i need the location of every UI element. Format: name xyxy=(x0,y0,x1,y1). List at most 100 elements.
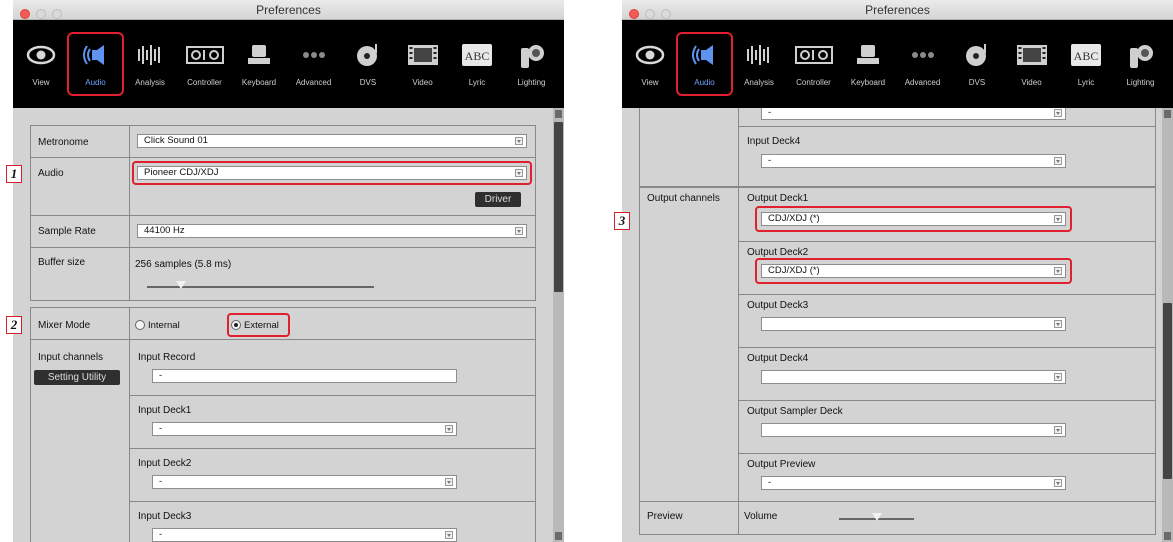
external-highlight-box xyxy=(227,313,290,337)
film-icon xyxy=(1004,42,1060,70)
keyboard-icon xyxy=(231,42,287,70)
toolbar-tab-label: Video xyxy=(412,78,433,87)
sample-rate-label: Sample Rate xyxy=(38,226,96,237)
output-sampler-deck-dropdown[interactable] xyxy=(761,423,1066,437)
chevron-down-icon xyxy=(1054,109,1062,117)
toolbar-tab-lyric[interactable]: ABC Lyric xyxy=(449,20,505,108)
toolbar-tab-video[interactable]: Video xyxy=(395,20,451,108)
preferences-window-left: Preferences View Audio Analysis Controller K… xyxy=(13,0,564,542)
metronome-dropdown[interactable]: Click Sound 01 xyxy=(137,134,527,148)
toolbar-tab-lighting[interactable]: Lighting xyxy=(504,20,560,108)
chevron-down-icon xyxy=(515,137,523,145)
setting-utility-button[interactable]: Setting Utility xyxy=(34,370,120,385)
toolbar-tab-label: Lyric xyxy=(1077,78,1095,87)
toolbar-tab-label: DVS xyxy=(359,78,377,87)
toolbar-tab-analysis[interactable]: Analysis xyxy=(122,20,178,108)
toolbar-tab-keyboard[interactable]: Keyboard xyxy=(231,20,287,108)
scroll-up-arrow[interactable] xyxy=(555,110,562,118)
toolbar-tab-controller[interactable]: Controller xyxy=(177,20,233,108)
metronome-label: Metronome xyxy=(38,137,89,148)
vertical-scrollbar[interactable] xyxy=(553,108,564,542)
zoom-window-button[interactable] xyxy=(661,9,671,19)
minimize-window-button[interactable] xyxy=(36,9,46,19)
close-window-button[interactable] xyxy=(629,9,639,19)
close-window-button[interactable] xyxy=(20,9,30,19)
scroll-down-arrow[interactable] xyxy=(555,532,562,540)
chevron-down-icon xyxy=(1054,479,1062,487)
toolbar-tab-dvs[interactable]: DVS xyxy=(949,20,1005,108)
chevron-down-icon xyxy=(445,478,453,486)
volume-label: Volume xyxy=(744,511,778,522)
chevron-down-icon xyxy=(1054,426,1062,434)
record-icon xyxy=(340,42,396,70)
toolbar-tab-label: Analysis xyxy=(744,78,774,87)
toolbar-tab-label: Controller xyxy=(187,78,222,87)
input-deck4-dropdown[interactable]: - xyxy=(761,154,1066,168)
record-icon xyxy=(949,42,1005,70)
film-icon xyxy=(395,42,451,70)
waveform-icon xyxy=(731,42,787,70)
toolbar-tab-lyric[interactable]: ABC Lyric xyxy=(1058,20,1114,108)
audio-label: Audio xyxy=(38,168,64,179)
sample-rate-dropdown[interactable]: 44100 Hz xyxy=(137,224,527,238)
chevron-down-icon xyxy=(445,531,453,539)
output-channels-label: Output channels xyxy=(647,193,720,204)
toolbar-tab-label: Advanced xyxy=(904,78,941,87)
toolbar-tab-view[interactable]: View xyxy=(622,20,678,108)
toolbar-tab-view[interactable]: View xyxy=(13,20,69,108)
toolbar-tab-label: DVS xyxy=(968,78,986,87)
scroll-down-arrow[interactable] xyxy=(1164,532,1171,540)
toolbar-tab-controller[interactable]: Controller xyxy=(786,20,842,108)
toolbar-tab-advanced[interactable]: Advanced xyxy=(895,20,951,108)
svg-text:ABC: ABC xyxy=(465,49,490,63)
chevron-down-icon xyxy=(515,227,523,235)
toolbar-tab-advanced[interactable]: Advanced xyxy=(286,20,342,108)
title-bar: Preferences xyxy=(622,0,1173,20)
mixer-internal-label: Internal xyxy=(148,320,180,331)
minimize-window-button[interactable] xyxy=(645,9,655,19)
output-sampler-deck-label: Output Sampler Deck xyxy=(747,406,843,417)
chevron-down-icon xyxy=(1054,157,1062,165)
scrollbar-thumb[interactable] xyxy=(1163,303,1172,479)
preferences-toolbar: View Audio Analysis Controller Keyboard Advan… xyxy=(622,20,1173,108)
light-icon xyxy=(504,42,560,70)
step-badge-1: 1 xyxy=(6,165,22,183)
audio-highlight-box xyxy=(132,161,532,185)
input-deck2-dropdown[interactable]: - xyxy=(152,475,457,489)
mixer-internal-radio[interactable] xyxy=(135,320,145,330)
buffer-size-slider-handle[interactable] xyxy=(176,281,187,289)
title-bar: Preferences xyxy=(13,0,564,20)
input-deck1-label: Input Deck1 xyxy=(138,405,192,416)
input-deck3-label: Input Deck3 xyxy=(138,511,192,522)
chevron-down-icon xyxy=(1054,373,1062,381)
output-deck3-dropdown[interactable] xyxy=(761,317,1066,331)
toolbar-tab-dvs[interactable]: DVS xyxy=(340,20,396,108)
preview-volume-slider-handle[interactable] xyxy=(871,513,882,521)
input-channels-group: - Input Deck4 - xyxy=(639,108,1156,187)
controller-icon xyxy=(786,42,842,70)
scroll-up-arrow[interactable] xyxy=(1164,110,1171,118)
input-deck1-dropdown[interactable]: - xyxy=(152,422,457,436)
output-preview-label: Output Preview xyxy=(747,459,816,470)
input-record-field[interactable]: - xyxy=(152,369,457,383)
input-deck3-dropdown[interactable]: - xyxy=(761,108,1066,120)
output-deck1-highlight-box xyxy=(755,206,1072,232)
controller-icon xyxy=(177,42,233,70)
toolbar-tab-keyboard[interactable]: Keyboard xyxy=(840,20,896,108)
output-preview-dropdown[interactable]: - xyxy=(761,476,1066,490)
toolbar-tab-lighting[interactable]: Lighting xyxy=(1113,20,1169,108)
input-deck3-dropdown[interactable]: - xyxy=(152,528,457,542)
chevron-down-icon xyxy=(1054,320,1062,328)
output-deck4-label: Output Deck4 xyxy=(747,353,809,364)
output-deck4-dropdown[interactable] xyxy=(761,370,1066,384)
vertical-scrollbar[interactable] xyxy=(1162,108,1173,542)
chevron-down-icon xyxy=(445,425,453,433)
buffer-size-value: 256 samples (5.8 ms) xyxy=(135,259,232,270)
toolbar-tab-analysis[interactable]: Analysis xyxy=(731,20,787,108)
driver-button[interactable]: Driver xyxy=(475,192,521,207)
preferences-window-right: Preferences View Audio Analysis Controller K… xyxy=(622,0,1173,542)
toolbar-tab-video[interactable]: Video xyxy=(1004,20,1060,108)
scrollbar-thumb[interactable] xyxy=(554,122,563,292)
output-channels-group: Output channels Output Deck1 CDJ/XDJ (*)… xyxy=(639,187,1156,505)
zoom-window-button[interactable] xyxy=(52,9,62,19)
